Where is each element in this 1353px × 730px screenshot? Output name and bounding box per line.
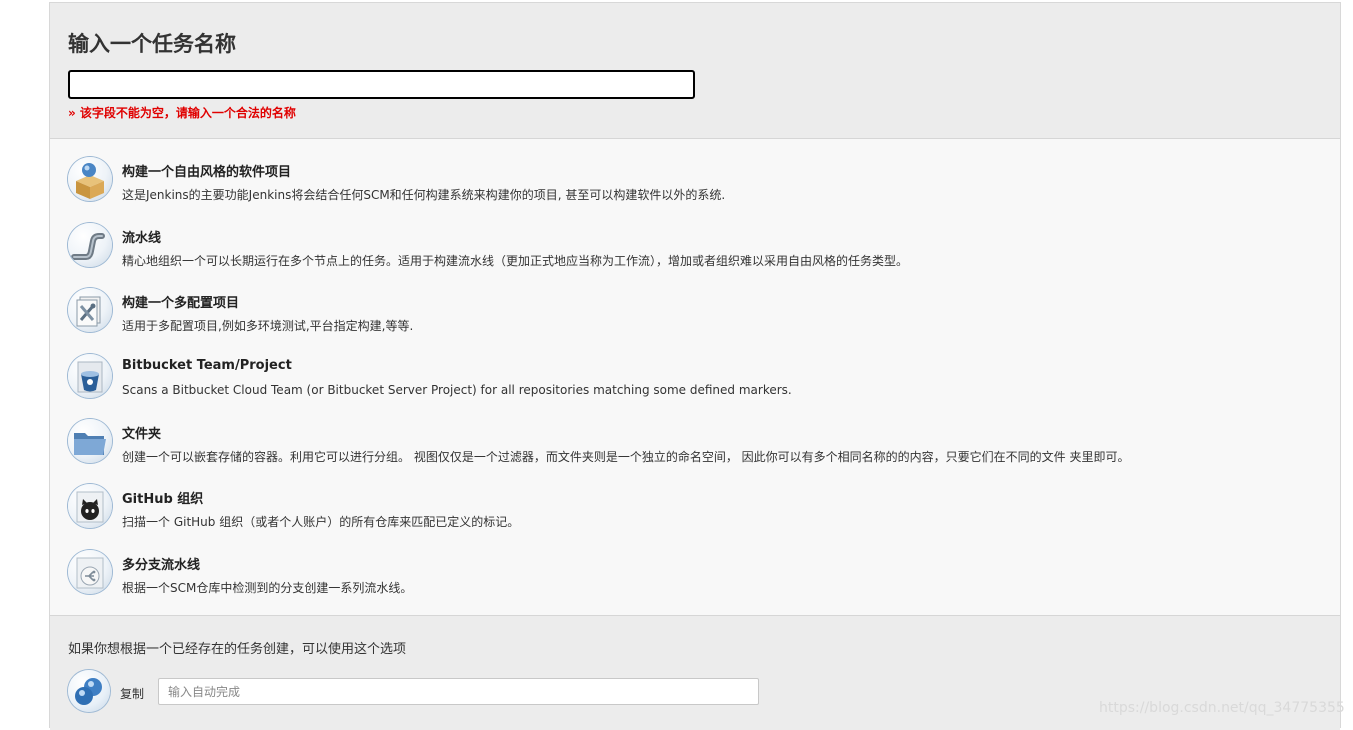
watermark: https://blog.csdn.net/qq_34775355 <box>1099 700 1345 716</box>
job-type-title: 构建一个自由风格的软件项目 <box>122 165 292 180</box>
copy-hint: 如果你想根据一个已经存在的任务创建，可以使用这个选项 <box>68 642 407 657</box>
job-type-title: Bitbucket Team/Project <box>122 358 292 373</box>
job-type-bitbucket[interactable]: Bitbucket Team/Project Scans a Bitbucket… <box>50 348 1340 408</box>
job-type-desc: 这是Jenkins的主要功能Jenkins将会结合任何SCM和任何构建系统来构建… <box>122 188 726 202</box>
bitbucket-icon <box>68 354 112 398</box>
job-type-multi-config[interactable]: 构建一个多配置项目 适用于多配置项目,例如多环境测试,平台指定构建,等等. <box>50 282 1340 342</box>
job-type-title: 文件夹 <box>122 427 162 442</box>
multi-config-icon <box>68 288 112 332</box>
job-type-title: GitHub 组织 <box>122 492 204 507</box>
freestyle-box-icon <box>68 157 112 201</box>
copy-from-input[interactable] <box>158 678 759 705</box>
job-type-desc: 扫描一个 GitHub 组织（或者个人账户）的所有仓库来匹配已定义的标记。 <box>122 515 520 529</box>
job-type-title: 构建一个多配置项目 <box>122 296 240 311</box>
job-type-folder[interactable]: 文件夹 创建一个可以嵌套存储的容器。利用它可以进行分组。 视图仅仅是一个过滤器，… <box>50 413 1340 473</box>
job-type-title: 流水线 <box>122 231 162 246</box>
job-type-title: 多分支流水线 <box>122 558 201 573</box>
job-type-multibranch[interactable]: 多分支流水线 根据一个SCM仓库中检测到的分支创建一系列流水线。 <box>50 544 1340 604</box>
multibranch-icon <box>68 550 112 594</box>
item-name-input[interactable] <box>68 70 695 99</box>
copy-job-icon <box>68 670 110 712</box>
job-type-desc: 精心地组织一个可以长期运行在多个节点上的任务。适用于构建流水线（更加正式地应当称… <box>122 254 909 268</box>
copy-label: 复制 <box>120 687 145 701</box>
job-type-desc: Scans a Bitbucket Cloud Team (or Bitbuck… <box>122 383 792 397</box>
job-type-github-org[interactable]: GitHub 组织 扫描一个 GitHub 组织（或者个人账户）的所有仓库来匹配… <box>50 478 1340 538</box>
item-name-section: 输入一个任务名称 » 该字段不能为空，请输入一个合法的名称 <box>50 3 1340 139</box>
folder-icon <box>68 419 112 463</box>
job-type-desc: 适用于多配置项目,例如多环境测试,平台指定构建,等等. <box>122 319 414 333</box>
job-type-desc: 创建一个可以嵌套存储的容器。利用它可以进行分组。 视图仅仅是一个过滤器，而文件夹… <box>122 450 1130 464</box>
page-title: 输入一个任务名称 <box>68 32 236 56</box>
validation-error: » 该字段不能为空，请输入一个合法的名称 <box>68 106 296 120</box>
github-icon <box>68 484 112 528</box>
new-item-panel: 输入一个任务名称 » 该字段不能为空，请输入一个合法的名称 构建一个自由风格的软… <box>49 2 1341 730</box>
job-type-pipeline[interactable]: 流水线 精心地组织一个可以长期运行在多个节点上的任务。适用于构建流水线（更加正式… <box>50 217 1340 277</box>
pipeline-icon <box>68 223 112 267</box>
job-type-desc: 根据一个SCM仓库中检测到的分支创建一系列流水线。 <box>122 581 413 595</box>
job-type-freestyle[interactable]: 构建一个自由风格的软件项目 这是Jenkins的主要功能Jenkins将会结合任… <box>50 151 1340 211</box>
